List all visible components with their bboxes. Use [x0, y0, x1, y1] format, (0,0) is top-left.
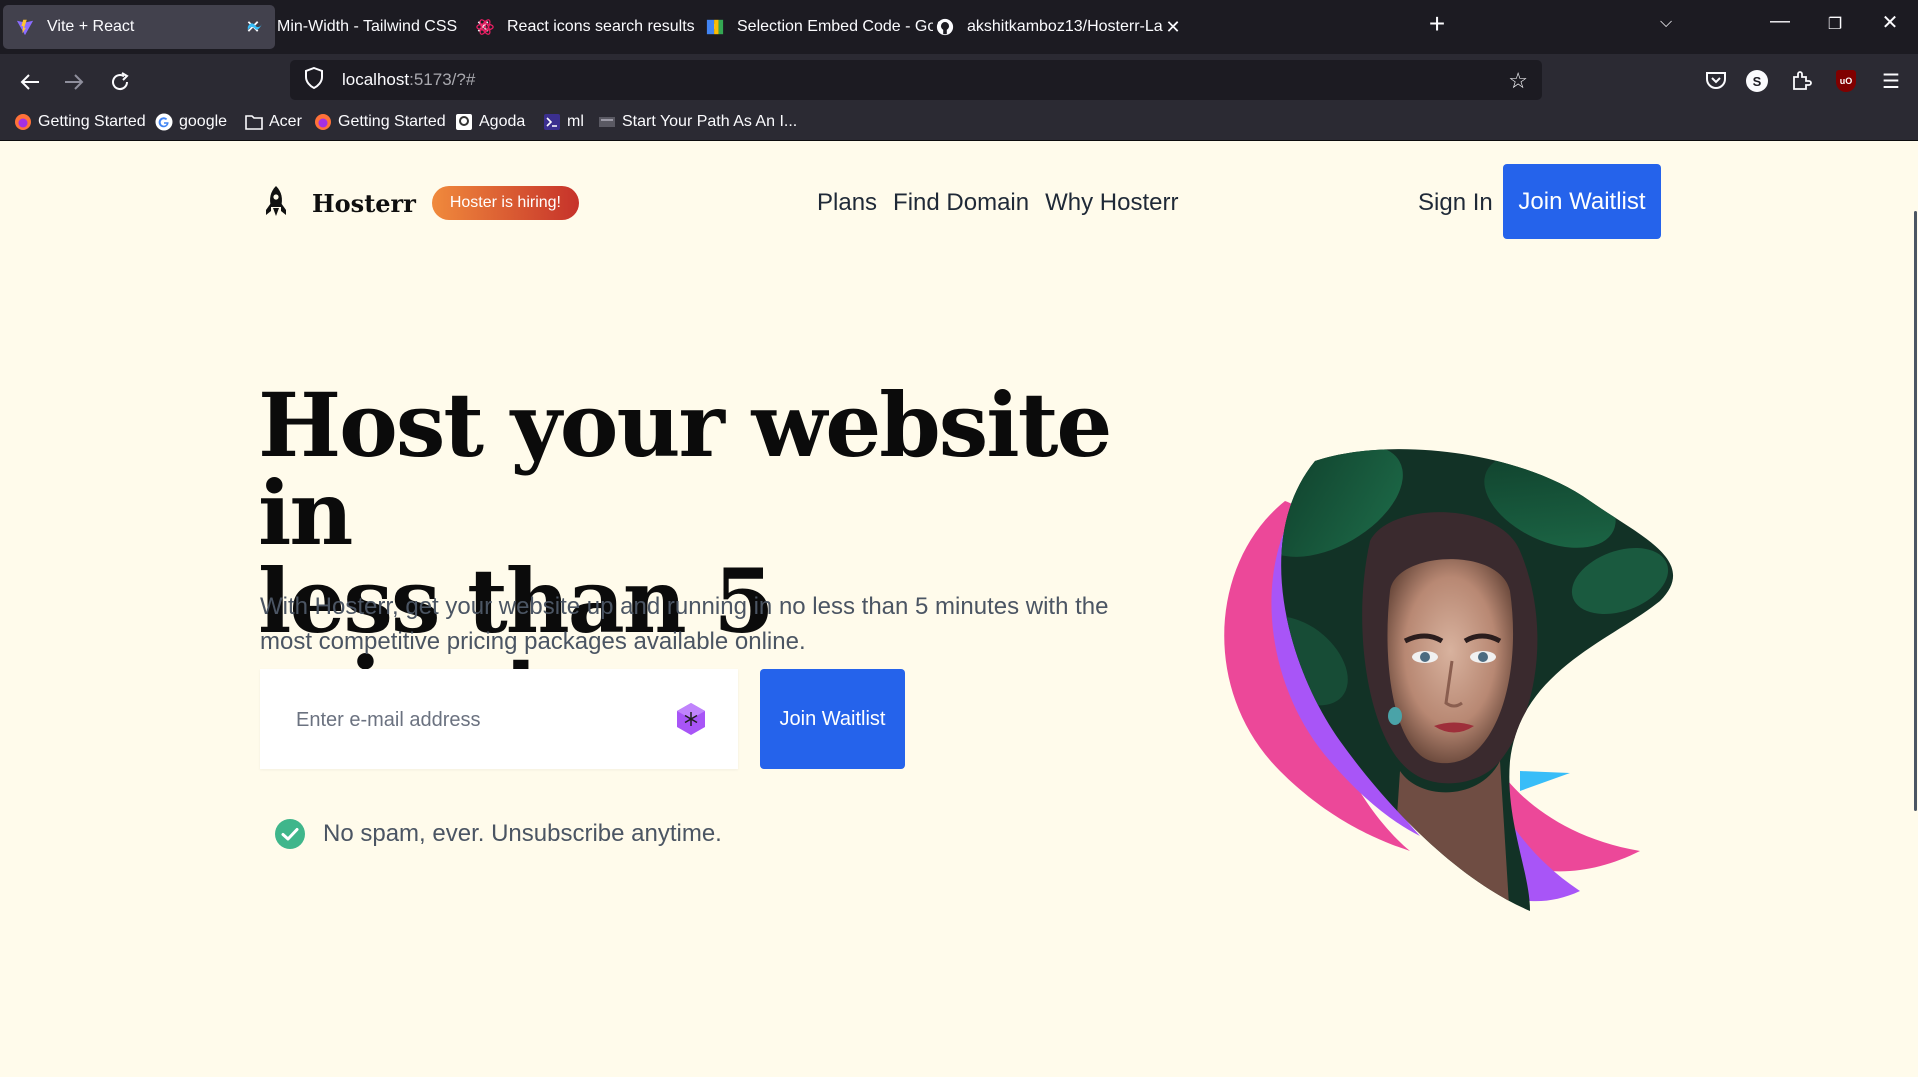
tailwind-icon — [245, 17, 265, 37]
tab-github[interactable]: akshitkamboz13/Hosterr-Landi ✕ — [923, 5, 1195, 49]
forward-icon[interactable] — [56, 64, 92, 100]
ublock-label: uO — [1836, 70, 1856, 92]
close-tab-icon[interactable]: ✕ — [1163, 17, 1183, 38]
github-icon — [935, 17, 955, 37]
tracking-shield-icon[interactable] — [304, 66, 326, 94]
firefox-icon — [14, 113, 32, 131]
vite-icon — [15, 17, 35, 37]
minimize-window-icon[interactable]: — — [1760, 10, 1800, 33]
bookmark-label: Getting Started — [338, 113, 446, 130]
tab-title: Vite + React — [47, 18, 135, 35]
new-tab-button[interactable]: + — [1417, 8, 1457, 40]
bookmark-folder[interactable]: Acer — [245, 113, 302, 131]
bookmark-label: ml — [567, 113, 584, 130]
bookmark-item[interactable]: ml — [543, 113, 584, 131]
hero-title-line-1: Host your website in — [258, 373, 1112, 565]
profile-initial: S — [1746, 70, 1768, 92]
google-icon — [155, 113, 173, 131]
sign-in-link[interactable]: Sign In — [1418, 189, 1493, 217]
tab-title: akshitkamboz13/Hosterr-Landi — [967, 18, 1163, 35]
email-input[interactable] — [294, 699, 658, 741]
react-icon — [475, 17, 495, 37]
nav-link-why-hosterr[interactable]: Why Hosterr — [1045, 189, 1178, 217]
site-icon — [598, 113, 616, 131]
list-all-tabs-icon[interactable]: ⌵ — [1660, 14, 1672, 32]
bookmark-item[interactable]: Start Your Path As An I... — [598, 113, 797, 131]
tab-title: Selection Embed Code - Googl — [737, 18, 933, 35]
landing-page: Hosterr Hoster is hiring! Plans Find Dom… — [0, 141, 1918, 1017]
bookmark-label: Agoda — [479, 113, 526, 130]
hero-subtitle: With Hosterr, get your website up and ru… — [260, 593, 1109, 655]
ublock-origin-icon[interactable]: uO — [1831, 66, 1861, 96]
pocket-icon[interactable] — [1701, 66, 1731, 96]
no-spam-note: No spam, ever. Unsubscribe anytime. — [275, 819, 722, 849]
hiring-badge[interactable]: Hoster is hiring! — [431, 186, 579, 220]
folder-icon — [245, 113, 263, 131]
url-path: :5173/?# — [409, 70, 476, 89]
bookmark-label: Getting Started — [38, 113, 146, 130]
join-waitlist-submit-button[interactable]: Join Waitlist — [760, 669, 905, 769]
check-circle-icon — [275, 819, 305, 849]
agoda-icon — [455, 113, 473, 131]
brand-name: Hosterr — [312, 188, 416, 218]
nav-link-find-domain[interactable]: Find Domain — [893, 189, 1029, 217]
restore-window-icon[interactable]: ❐ — [1815, 14, 1855, 34]
brand[interactable]: Hosterr Hoster is hiring! — [260, 185, 579, 221]
bookmark-item[interactable]: Agoda — [455, 113, 525, 131]
password-manager-icon[interactable] — [673, 701, 709, 737]
reload-icon[interactable] — [102, 64, 138, 100]
hero-portrait-illustration — [1224, 449, 1674, 911]
bookmark-label: Start Your Path As An I... — [622, 113, 798, 130]
join-waitlist-button[interactable]: Join Waitlist — [1503, 164, 1661, 239]
google-tag-icon — [705, 17, 725, 37]
terminal-icon — [543, 113, 561, 131]
firefox-icon — [314, 113, 332, 131]
bookmark-item[interactable]: Getting Started — [14, 113, 146, 131]
bookmark-item[interactable]: Getting Started — [314, 113, 446, 131]
no-spam-text: No spam, ever. Unsubscribe anytime. — [323, 820, 722, 847]
page-scrollbar[interactable] — [1914, 211, 1917, 811]
back-icon[interactable] — [12, 64, 48, 100]
url-host: localhost — [342, 70, 410, 89]
url-text[interactable]: localhost:5173/?# — [342, 70, 475, 90]
navigation-toolbar: localhost:5173/?# ☆ S uO ☰ — [0, 54, 1918, 1077]
nav-link-plans[interactable]: Plans — [817, 189, 877, 217]
email-field-container — [260, 669, 738, 769]
tab-strip: Vite + React ✕ Min-Width - Tailwind CSS … — [0, 0, 1918, 54]
profile-avatar-icon[interactable]: S — [1742, 66, 1772, 96]
main-nav: Plans Find Domain Why Hosterr — [817, 189, 1178, 217]
app-menu-icon[interactable]: ☰ — [1876, 66, 1906, 96]
rocket-logo-icon — [266, 186, 286, 216]
tab-title: React icons search results — [507, 18, 695, 35]
bookmark-label: Acer — [269, 113, 302, 130]
address-bar[interactable]: localhost:5173/?# ☆ — [290, 60, 1542, 1077]
bookmarks-toolbar: Getting Started google Acer Getting Star… — [0, 109, 1918, 141]
tab-title: Min-Width - Tailwind CSS — [277, 18, 458, 35]
bookmark-item[interactable]: google — [155, 113, 227, 131]
extensions-puzzle-icon[interactable] — [1786, 66, 1816, 96]
bookmark-star-icon[interactable]: ☆ — [1508, 68, 1528, 94]
bookmark-label: google — [179, 113, 228, 130]
close-window-icon[interactable]: ✕ — [1870, 10, 1910, 35]
